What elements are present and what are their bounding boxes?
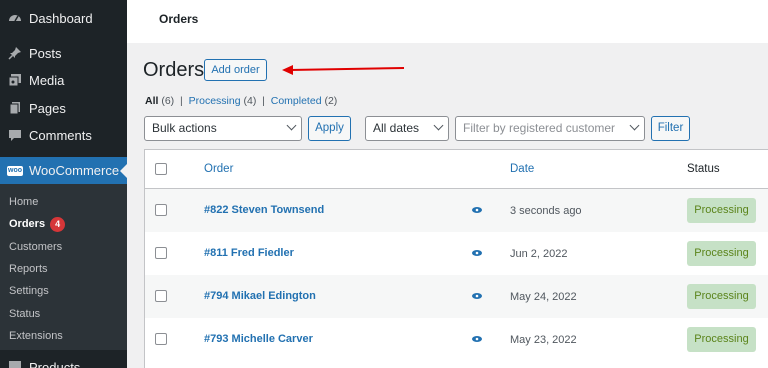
orders-count-badge: 4 (50, 217, 66, 232)
row-checkbox[interactable] (155, 290, 167, 302)
order-link[interactable]: #822 Steven Townsend (204, 204, 324, 216)
filter-all-link[interactable]: All (6) (145, 95, 174, 107)
page-header-bar: Orders (127, 0, 768, 43)
sidebar-item-woocommerce[interactable]: woo WooCommerce (0, 157, 127, 184)
status-badge: Processing (687, 327, 756, 352)
filter-count: (4) (243, 95, 257, 107)
filter-label: Processing (188, 95, 241, 107)
table-row[interactable]: #794 Mikael Edington May 24, 2022 Proces… (145, 275, 768, 318)
status-badge: Processing (687, 284, 756, 309)
preview-eye-icon[interactable] (472, 207, 482, 213)
products-icon (8, 360, 22, 368)
header-title: Orders (159, 12, 199, 26)
submenu-item-reports[interactable]: Reports (9, 263, 48, 275)
submenu-item-settings[interactable]: Settings (9, 285, 49, 297)
filter-processing-link[interactable]: Processing (4) (189, 95, 257, 107)
sidebar-item-label: Comments (29, 127, 92, 143)
admin-sidebar: Dashboard Posts Media Pages Comments woo… (0, 0, 127, 368)
sidebar-item-dashboard[interactable]: Dashboard (0, 4, 127, 32)
table-row[interactable]: #822 Steven Townsend 3 seconds ago Proce… (145, 189, 768, 232)
woocommerce-submenu: Home Orders 4 Customers Reports Settings … (0, 184, 127, 350)
pages-icon (8, 101, 22, 115)
current-menu-arrow (120, 164, 127, 178)
submenu-item-label: Orders (9, 218, 46, 230)
red-arrow-annotation (282, 65, 405, 75)
order-date: May 23, 2022 (510, 334, 577, 346)
media-icon (8, 73, 22, 87)
sidebar-item-label: Dashboard (29, 10, 93, 26)
chevron-down-icon (629, 120, 640, 131)
order-link[interactable]: #793 Michelle Carver (204, 333, 313, 345)
filter-completed-link[interactable]: Completed (2) (271, 95, 338, 107)
sidebar-item-label: Products (29, 359, 81, 368)
table-row[interactable]: #793 Michelle Carver May 23, 2022 Proces… (145, 318, 768, 361)
sidebar-item-comments[interactable]: Comments (0, 121, 127, 149)
filter-count: (2) (324, 95, 338, 107)
add-order-button[interactable]: Add order (204, 59, 267, 81)
customer-filter-select[interactable]: Filter by registered customer (455, 116, 645, 141)
sidebar-item-posts[interactable]: Posts (0, 39, 127, 67)
page-title: Orders (143, 59, 205, 81)
pin-icon (8, 46, 22, 60)
submenu-item-orders[interactable]: Orders 4 (9, 217, 66, 232)
order-link[interactable]: #794 Mikael Edington (204, 290, 316, 302)
filter-label: All (145, 95, 159, 107)
select-value: Bulk actions (152, 121, 217, 135)
chevron-down-icon (286, 120, 297, 131)
column-header-order[interactable]: Order (204, 163, 233, 175)
table-header: Order Date Status (145, 150, 768, 189)
status-filter-links: All (6) | Processing (4) | Completed (2) (145, 95, 337, 107)
submenu-item-customers[interactable]: Customers (9, 241, 62, 253)
column-header-date[interactable]: Date (510, 163, 534, 175)
filter-button[interactable]: Filter (651, 116, 690, 141)
order-date: 3 seconds ago (510, 205, 582, 217)
orders-table: Order Date Status #822 Steven Townsend 3… (144, 149, 768, 368)
woocommerce-icon: woo (7, 165, 23, 176)
select-value: All dates (373, 121, 420, 135)
dashboard-icon (8, 11, 22, 25)
sidebar-item-label: WooCommerce (29, 163, 120, 178)
separator: | (180, 95, 183, 107)
dates-select[interactable]: All dates (365, 116, 449, 141)
sidebar-item-label: Media (29, 72, 65, 88)
comments-icon (8, 128, 22, 142)
preview-eye-icon[interactable] (472, 250, 482, 256)
sidebar-item-pages[interactable]: Pages (0, 94, 127, 122)
submenu-item-home[interactable]: Home (9, 196, 38, 208)
status-badge: Processing (687, 198, 756, 223)
apply-button[interactable]: Apply (308, 116, 351, 141)
row-checkbox[interactable] (155, 204, 167, 216)
submenu-item-extensions[interactable]: Extensions (9, 330, 63, 342)
select-all-checkbox[interactable] (155, 163, 167, 175)
order-date: May 24, 2022 (510, 291, 577, 303)
order-link[interactable]: #811 Fred Fiedler (204, 247, 294, 259)
order-date: Jun 2, 2022 (510, 248, 568, 260)
sidebar-item-label: Posts (29, 45, 62, 61)
sidebar-item-media[interactable]: Media (0, 66, 127, 94)
filter-label: Completed (270, 95, 322, 107)
chevron-down-icon (433, 120, 444, 131)
table-row[interactable]: #811 Fred Fiedler Jun 2, 2022 Processing (145, 232, 768, 275)
sidebar-item-products[interactable]: Products (0, 353, 127, 368)
submenu-item-status[interactable]: Status (9, 308, 40, 320)
sidebar-item-label: Pages (29, 100, 66, 116)
status-badge: Processing (687, 241, 756, 266)
select-placeholder: Filter by registered customer (463, 121, 616, 135)
separator: | (262, 95, 265, 107)
bulk-actions-select[interactable]: Bulk actions (144, 116, 302, 141)
column-header-status: Status (687, 163, 720, 175)
filter-count: (6) (161, 95, 175, 107)
preview-eye-icon[interactable] (472, 336, 482, 342)
row-checkbox[interactable] (155, 333, 167, 345)
preview-eye-icon[interactable] (472, 293, 482, 299)
row-checkbox[interactable] (155, 247, 167, 259)
